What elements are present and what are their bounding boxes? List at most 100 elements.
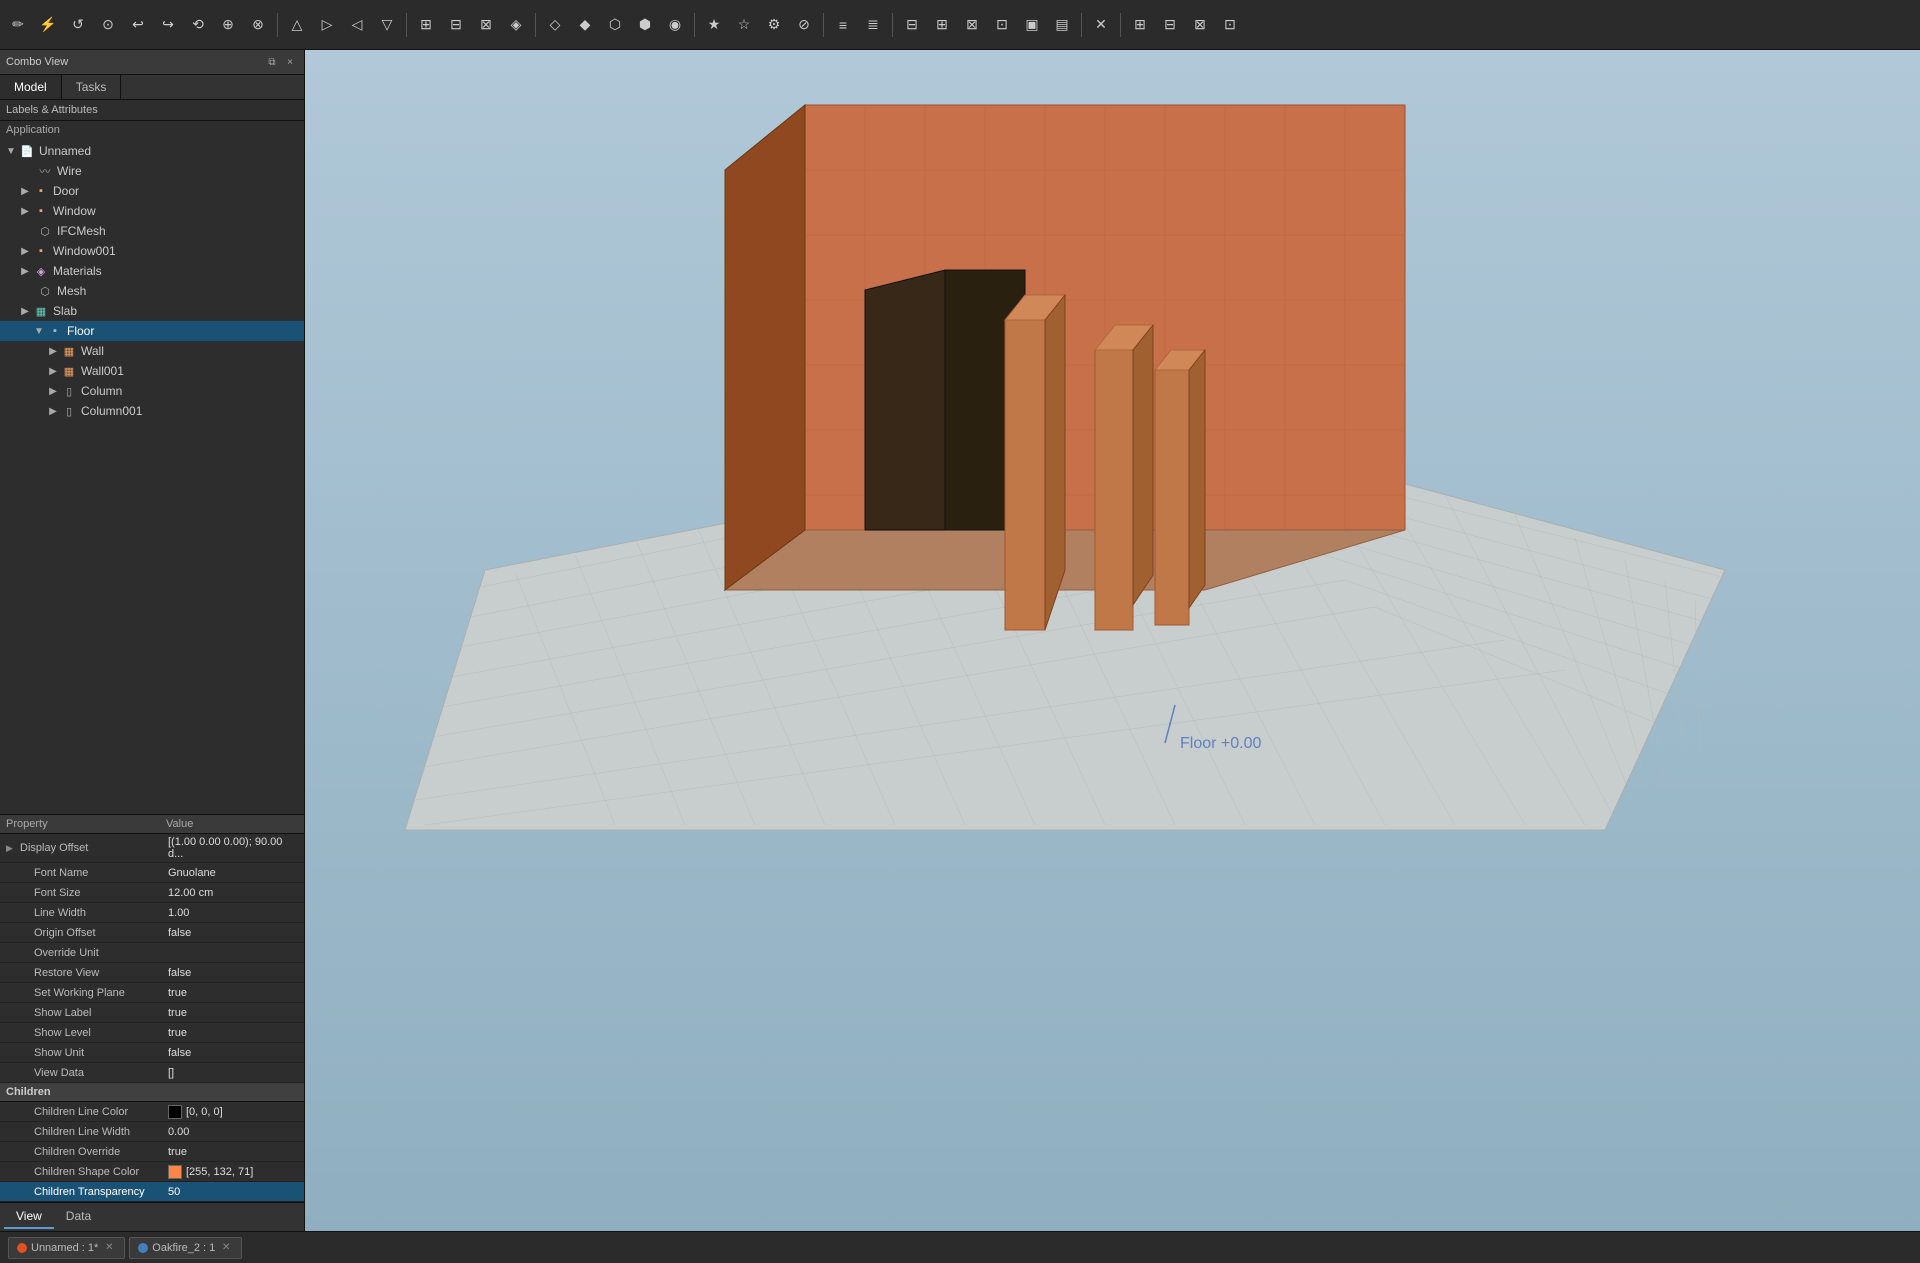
tree-item-wire[interactable]: 〰 Wire [0,161,304,181]
prop-row-origin-offset[interactable]: Origin Offset false [0,923,304,943]
toolbar-btn-extra2[interactable]: ⊟ [1156,11,1184,39]
prop-row-show-level[interactable]: Show Level true [0,1023,304,1043]
toolbar-btn-menu1[interactable]: ≡ [829,11,857,39]
toolbar-btn-sq4[interactable]: ⊡ [988,11,1016,39]
status-tab-unnamed[interactable]: Unnamed : 1* ✕ [8,1237,125,1259]
toolbar-btn-close-x[interactable]: ✕ [1087,11,1115,39]
tree-item-door[interactable]: ▶ ▪ Door [0,181,304,201]
toolbar-btn-triangle[interactable]: △ [283,11,311,39]
prop-name-font-size: Font Size [20,887,168,899]
status-tab-oakfire[interactable]: Oakfire_2 : 1 ✕ [129,1237,242,1259]
tree-item-materials[interactable]: ▶ ◈ Materials [0,261,304,281]
tree-item-ifcmesh[interactable]: ⬡ IFCMesh [0,221,304,241]
prop-row-line-width[interactable]: Line Width 1.00 [0,903,304,923]
prop-row-children-shape-color[interactable]: Children Shape Color [255, 132, 71] [0,1162,304,1182]
prop-row-display-offset[interactable]: ▶ Display Offset [(1.00 0.00 0.00); 90.0… [0,834,304,863]
toolbar-btn-menu2[interactable]: ≣ [859,11,887,39]
prop-row-show-label[interactable]: Show Label true [0,1003,304,1023]
toolbar-btn-ban[interactable]: ⊘ [790,11,818,39]
prop-row-children-transparency[interactable]: Children Transparency 50 [0,1182,304,1202]
toolbar-btn-undo[interactable]: ↩ [124,11,152,39]
toolbar-btn-grid4[interactable]: ◈ [502,11,530,39]
toolbar-btn-hex1[interactable]: ⬡ [601,11,629,39]
status-dot-oakfire [138,1243,148,1253]
prop-row-view-data[interactable]: View Data [] [0,1063,304,1083]
tree-item-slab[interactable]: ▶ ▦ Slab [0,301,304,321]
prop-name-children-shape-color: Children Shape Color [20,1166,168,1178]
prop-value-children-shape-color: [255, 132, 71] [168,1165,298,1179]
prop-row-font-size[interactable]: Font Size 12.00 cm [0,883,304,903]
toolbar-btn-sketch[interactable]: ✏ [4,11,32,39]
prop-row-font-name[interactable]: Font Name Gnuolane [0,863,304,883]
toolbar-btn-snap[interactable]: ⚡ [34,11,62,39]
toolbar-sep-4 [694,13,695,37]
tree-item-column[interactable]: ▶ ▯ Column [0,381,304,401]
toolbar-btn-grid2[interactable]: ⊟ [442,11,470,39]
toolbar-btn-gear[interactable]: ⚙ [760,11,788,39]
tree-label-window: Window [53,204,96,218]
tree-item-wall[interactable]: ▶ ▦ Wall [0,341,304,361]
toolbar-btn-extra4[interactable]: ⊡ [1216,11,1244,39]
toolbar-btn-redo[interactable]: ↪ [154,11,182,39]
labels-section: Labels & Attributes [0,100,304,121]
tab-tasks[interactable]: Tasks [62,75,122,99]
tab-view[interactable]: View [4,1205,54,1229]
prop-row-set-working-plane[interactable]: Set Working Plane true [0,983,304,1003]
tree-item-wall001[interactable]: ▶ ▦ Wall001 [0,361,304,381]
toolbar-btn-ring[interactable]: ◉ [661,11,689,39]
tree-item-window[interactable]: ▶ ▪ Window [0,201,304,221]
tree-arrow-materials: ▶ [18,266,32,277]
status-tab-unnamed-close[interactable]: ✕ [102,1241,116,1255]
toolbar-btn-sq6[interactable]: ▤ [1048,11,1076,39]
tree-item-column001[interactable]: ▶ ▯ Column001 [0,401,304,421]
tree-item-unnamed[interactable]: ▼ 📄 Unnamed [0,141,304,161]
tab-data[interactable]: Data [54,1205,103,1229]
tree-arrow-floor: ▼ [32,326,46,337]
toolbar-btn-hex2[interactable]: ⬢ [631,11,659,39]
scene-svg: Floor +0.00 [305,50,1920,1231]
combo-float-btn[interactable]: ⧉ [264,54,280,70]
toolbar-btn-sq2[interactable]: ⊞ [928,11,956,39]
toolbar-btn-grid3[interactable]: ⊠ [472,11,500,39]
toolbar-btn-arrow-d[interactable]: ▽ [373,11,401,39]
tree-label-wire: Wire [57,164,82,178]
toolbar-btn-star2[interactable]: ☆ [730,11,758,39]
prop-name-children-line-color: Children Line Color [20,1106,168,1118]
toolbar-btn-sq3[interactable]: ⊠ [958,11,986,39]
toolbar-btn-arrow-l[interactable]: ◁ [343,11,371,39]
prop-row-override-unit[interactable]: Override Unit [0,943,304,963]
tree-item-window001[interactable]: ▶ ▪ Window001 [0,241,304,261]
tab-model[interactable]: Model [0,75,62,99]
toolbar-btn-shape1[interactable]: ◇ [541,11,569,39]
toolbar-btn-sq5[interactable]: ▣ [1018,11,1046,39]
toolbar-btn-extra1[interactable]: ⊞ [1126,11,1154,39]
color-swatch-shape[interactable] [168,1165,182,1179]
toolbar-btn-remove[interactable]: ⊗ [244,11,272,39]
prop-row-children-line-color[interactable]: Children Line Color [0, 0, 0] [0,1102,304,1122]
prop-row-children-override[interactable]: Children Override true [0,1142,304,1162]
prop-row-show-unit[interactable]: Show Unit false [0,1043,304,1063]
toolbar-btn-arrow-r[interactable]: ▷ [313,11,341,39]
toolbar-btn-grid1[interactable]: ⊞ [412,11,440,39]
tree-item-floor[interactable]: ▼ ▪ Floor [0,321,304,341]
toolbar-btn-rotate[interactable]: ↺ [64,11,92,39]
toolbar-btn-refresh[interactable]: ⟲ [184,11,212,39]
tree-item-mesh[interactable]: ⬡ Mesh [0,281,304,301]
tree-icon-floor: ▪ [46,323,64,339]
toolbar-btn-extra3[interactable]: ⊠ [1186,11,1214,39]
prop-row-restore-view[interactable]: Restore View false [0,963,304,983]
tree-arrow-unnamed: ▼ [4,146,18,157]
toolbar-btn-shape2[interactable]: ◆ [571,11,599,39]
combo-close-btn[interactable]: × [282,54,298,70]
combo-view-title: Combo View [6,56,68,68]
tree-view[interactable]: ▼ 📄 Unnamed 〰 Wire ▶ ▪ Door ▶ ▪ Window [0,139,304,814]
combo-header-buttons: ⧉ × [264,54,298,70]
prop-row-children-line-width[interactable]: Children Line Width 0.00 [0,1122,304,1142]
prop-value-view-data: [] [168,1067,298,1079]
color-swatch-line[interactable] [168,1105,182,1119]
toolbar-btn-circle[interactable]: ⊙ [94,11,122,39]
toolbar-btn-sq1[interactable]: ⊟ [898,11,926,39]
toolbar-btn-star1[interactable]: ★ [700,11,728,39]
status-tab-oakfire-close[interactable]: ✕ [219,1241,233,1255]
toolbar-btn-add[interactable]: ⊕ [214,11,242,39]
